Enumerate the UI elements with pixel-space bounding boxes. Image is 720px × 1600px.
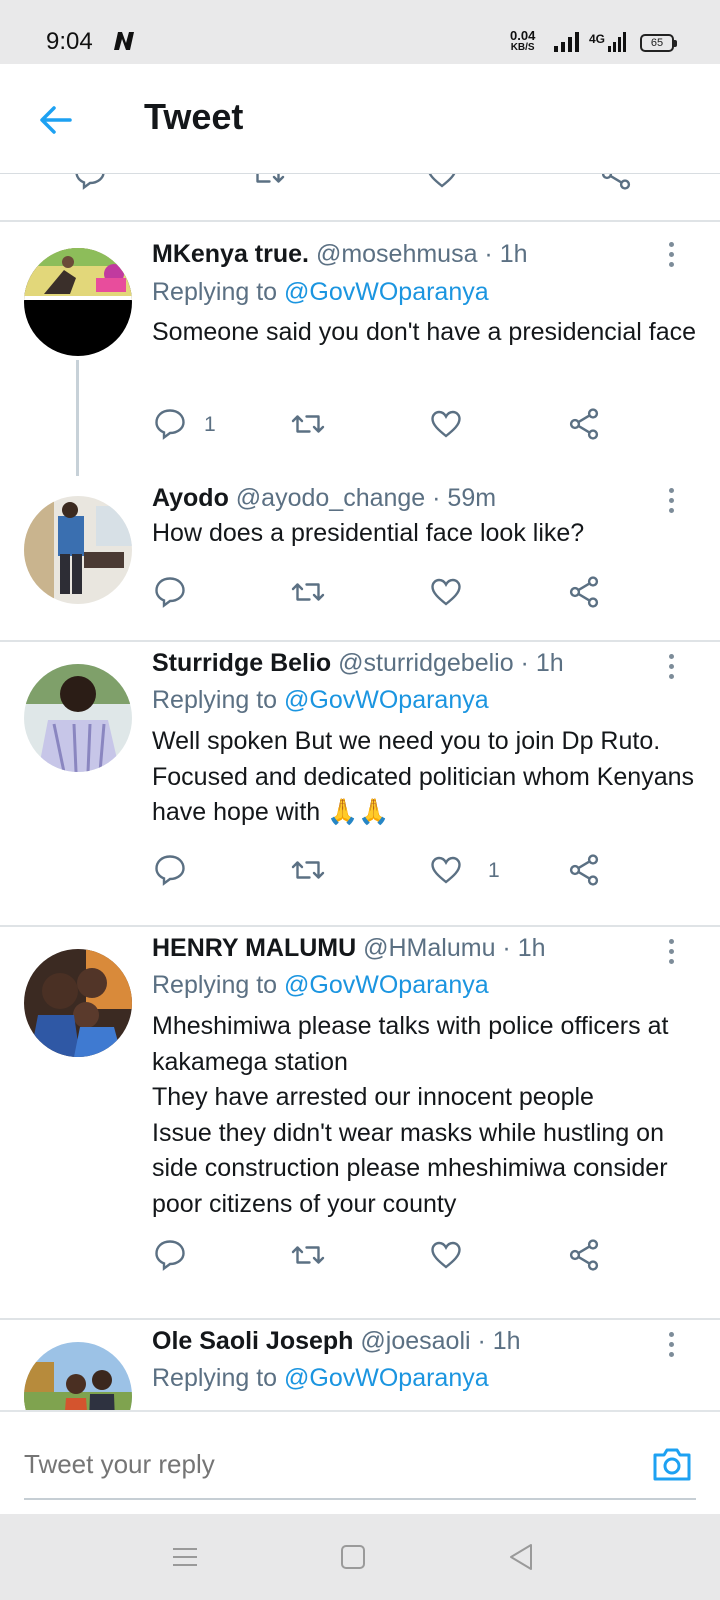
avatar[interactable] bbox=[24, 664, 132, 772]
replying-to-label: Replying to bbox=[152, 278, 285, 306]
avatar-image bbox=[24, 496, 132, 604]
page-title: Tweet bbox=[144, 96, 244, 137]
author-name[interactable]: Ayodo bbox=[152, 484, 229, 512]
reply-count: 1 bbox=[204, 413, 216, 436]
replying-to: Replying to @GovWOparanya bbox=[152, 971, 489, 1000]
replying-to-label: Replying to bbox=[152, 1364, 285, 1392]
share-icon[interactable] bbox=[566, 852, 602, 888]
author-handle-time: @joesaoli · 1h bbox=[360, 1327, 521, 1355]
back-arrow-icon[interactable] bbox=[36, 100, 76, 140]
reply-mention-link[interactable]: @GovWOparanya bbox=[284, 686, 489, 714]
avatar-image bbox=[24, 949, 132, 1057]
author-name[interactable]: HENRY MALUMU bbox=[152, 934, 356, 962]
author-name[interactable]: Ole Saoli Joseph bbox=[152, 1327, 353, 1355]
camera-icon[interactable] bbox=[650, 1442, 694, 1486]
like-heart-icon[interactable] bbox=[428, 406, 464, 442]
avatar[interactable] bbox=[24, 248, 132, 356]
back-triangle-icon[interactable] bbox=[504, 1540, 538, 1574]
more-options-icon[interactable] bbox=[666, 240, 676, 268]
avatar-image bbox=[24, 664, 132, 772]
tweet-author-line: Sturridge Belio @sturridgebelio · 1h bbox=[152, 649, 564, 678]
reply-icon[interactable] bbox=[152, 406, 188, 442]
replying-to-label: Replying to bbox=[152, 686, 285, 714]
network-speed: 0.04 KB/S bbox=[510, 28, 536, 54]
tweet-item[interactable]: HENRY MALUMU @HMalumu · 1h Replying to @… bbox=[0, 927, 720, 1320]
home-square-icon[interactable] bbox=[336, 1540, 370, 1574]
tweet-item[interactable]: Sturridge Belio @sturridgebelio · 1h Rep… bbox=[0, 642, 720, 927]
author-handle-time: @HMalumu · 1h bbox=[363, 934, 546, 962]
replying-to-label: Replying to bbox=[152, 971, 285, 999]
tweet-text: Well spoken But we need you to join Dp R… bbox=[152, 727, 695, 826]
tweet-author-line: MKenya true. @mosehmusa · 1h bbox=[152, 240, 528, 269]
tweet-item[interactable]: MKenya true. @mosehmusa · 1h Replying to… bbox=[0, 224, 720, 488]
reply-icon[interactable] bbox=[152, 1237, 188, 1273]
author-handle-time: @mosehmusa · 1h bbox=[315, 240, 528, 268]
author-handle-time: @ayodo_change · 59m bbox=[235, 484, 497, 512]
tweet-item[interactable]: Ole Saoli Joseph @joesaoli · 1h Replying… bbox=[0, 1320, 720, 1410]
network-speed-unit: KB/S bbox=[510, 42, 535, 53]
reply-input[interactable] bbox=[24, 1430, 696, 1500]
menu-icon[interactable] bbox=[168, 1540, 202, 1574]
replying-to: Replying to @GovWOparanya bbox=[152, 278, 489, 307]
tweet-text: Someone said you don't have a presidenci… bbox=[152, 318, 697, 346]
author-name[interactable]: MKenya true. bbox=[152, 240, 309, 268]
retweet-icon[interactable] bbox=[290, 574, 326, 610]
more-options-icon[interactable] bbox=[666, 937, 676, 965]
more-options-icon[interactable] bbox=[666, 652, 676, 680]
tweet-author-line: Ayodo @ayodo_change · 59m bbox=[152, 484, 496, 513]
replying-to: Replying to @GovWOparanya bbox=[152, 686, 489, 715]
avatar[interactable] bbox=[24, 949, 132, 1057]
avatar[interactable] bbox=[24, 1342, 132, 1410]
network-speed-value: 0.04 bbox=[510, 28, 536, 43]
like-heart-icon[interactable] bbox=[428, 852, 464, 888]
reply-icon[interactable] bbox=[72, 174, 108, 192]
tweet-text: How does a presidential face look like? bbox=[152, 519, 585, 547]
status-time: 9:04 bbox=[46, 28, 93, 55]
retweet-icon[interactable] bbox=[290, 852, 326, 888]
signal-strength-icon bbox=[554, 32, 579, 52]
status-bar: 9:04 0.04 KB/S 4G 65 bbox=[0, 0, 720, 64]
system-navigation-bar bbox=[0, 1514, 720, 1600]
avatar[interactable] bbox=[24, 496, 132, 604]
replying-to: Replying to @GovWOparanya bbox=[152, 1364, 489, 1393]
battery-icon: 65 bbox=[640, 34, 677, 52]
tweet-item[interactable]: Ayodo @ayodo_change · 59m How does a pre… bbox=[0, 476, 720, 642]
battery-level: 65 bbox=[650, 37, 664, 49]
notification-n-icon bbox=[114, 32, 134, 50]
like-heart-icon[interactable] bbox=[428, 574, 464, 610]
reply-composer bbox=[0, 1410, 720, 1514]
reply-icon[interactable] bbox=[152, 574, 188, 610]
reply-mention-link[interactable]: @GovWOparanya bbox=[284, 1364, 489, 1392]
network-type-label: 4G bbox=[589, 32, 606, 46]
share-icon[interactable] bbox=[598, 174, 634, 192]
retweet-icon[interactable] bbox=[250, 174, 286, 192]
thread-connector bbox=[76, 360, 79, 488]
like-heart-icon[interactable] bbox=[424, 174, 460, 192]
author-handle-time: @sturridgebelio · 1h bbox=[338, 649, 564, 677]
reply-mention-link[interactable]: @GovWOparanya bbox=[284, 971, 489, 999]
share-icon[interactable] bbox=[566, 574, 602, 610]
retweet-icon[interactable] bbox=[290, 406, 326, 442]
top-app-bar: Tweet bbox=[0, 64, 720, 174]
tweet-text: Mheshimiwa please talks with police offi… bbox=[152, 1012, 669, 1218]
tweet-author-line: HENRY MALUMU @HMalumu · 1h bbox=[152, 934, 546, 963]
share-icon[interactable] bbox=[566, 1237, 602, 1273]
more-options-icon[interactable] bbox=[666, 1330, 676, 1358]
like-heart-icon[interactable] bbox=[428, 1237, 464, 1273]
author-name[interactable]: Sturridge Belio bbox=[152, 649, 331, 677]
reply-icon[interactable] bbox=[152, 852, 188, 888]
share-icon[interactable] bbox=[566, 406, 602, 442]
reply-mention-link[interactable]: @GovWOparanya bbox=[284, 278, 489, 306]
avatar-image bbox=[24, 1342, 132, 1410]
more-options-icon[interactable] bbox=[666, 486, 676, 514]
like-count: 1 bbox=[488, 859, 500, 882]
main-tweet-action-bar bbox=[0, 174, 720, 222]
retweet-icon[interactable] bbox=[290, 1237, 326, 1273]
avatar-image bbox=[24, 248, 132, 356]
mobile-data-4g-icon: 4G bbox=[588, 30, 628, 54]
tweet-author-line: Ole Saoli Joseph @joesaoli · 1h bbox=[152, 1327, 521, 1356]
